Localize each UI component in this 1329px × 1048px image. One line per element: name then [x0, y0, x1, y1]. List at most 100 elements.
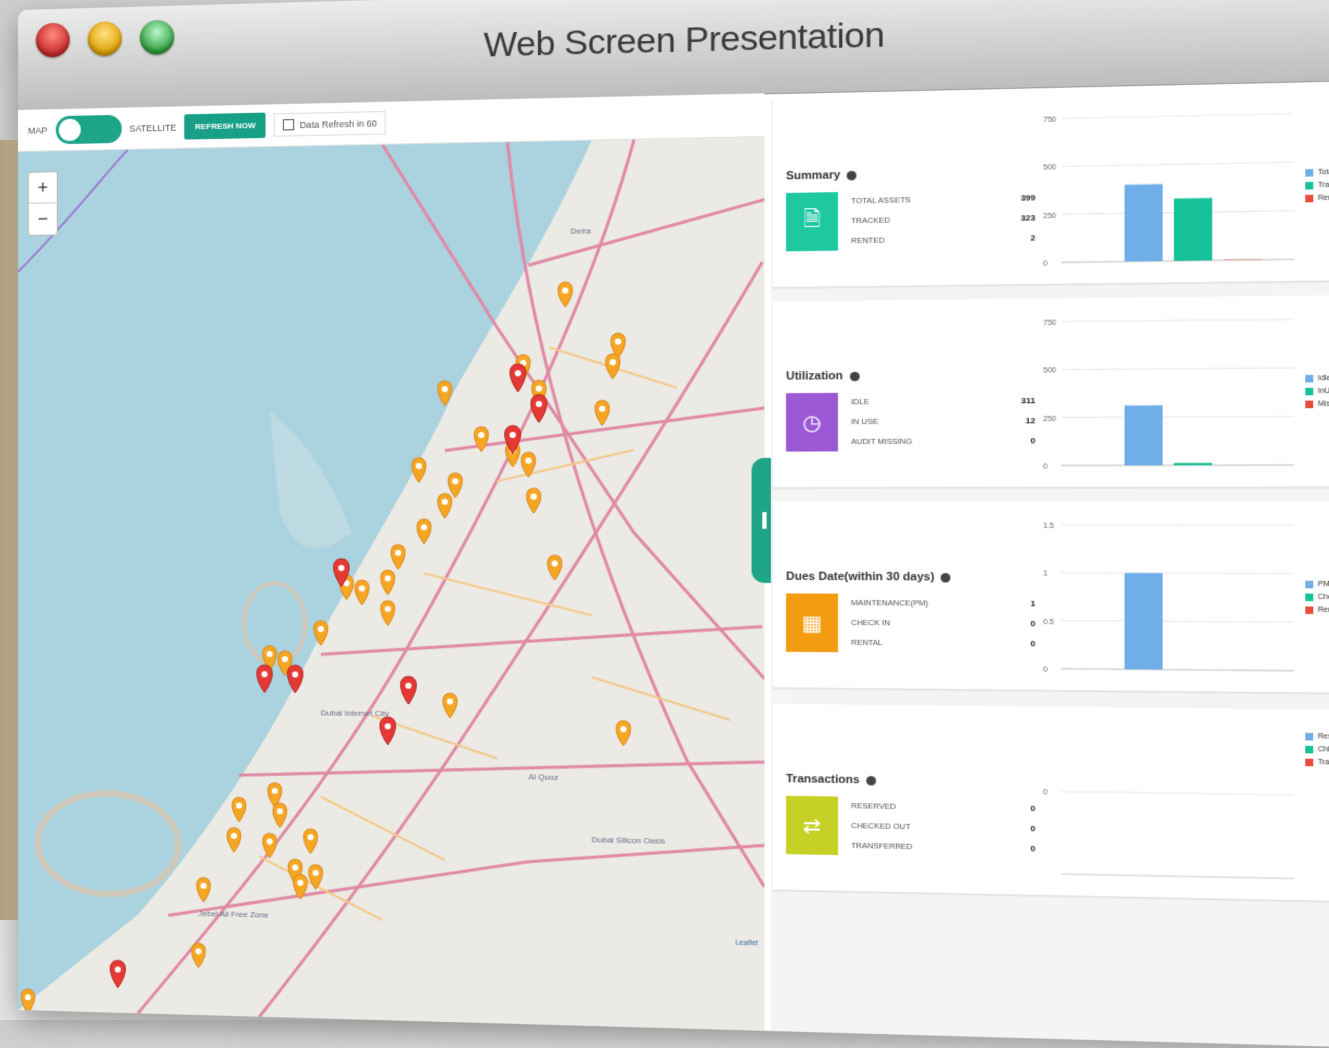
card-title-text: Transactions — [786, 773, 860, 787]
asset-marker-icon[interactable] — [304, 829, 318, 854]
asset-marker-icon[interactable] — [595, 401, 609, 426]
asset-marker-icon[interactable] — [438, 494, 452, 519]
card-title: Summary — [786, 169, 857, 183]
alert-marker-icon[interactable] — [110, 960, 125, 988]
asset-marker-icon[interactable] — [417, 519, 431, 544]
legend-item[interactable]: Missing 0 — [1305, 400, 1329, 408]
legend-item[interactable]: Transf 0 — [1305, 759, 1329, 768]
zoom-out-button[interactable]: − — [29, 203, 57, 233]
asset-marker-icon[interactable] — [381, 601, 395, 626]
bar[interactable] — [1125, 405, 1163, 465]
stat-row: AUDIT MISSING0 — [851, 436, 1035, 446]
legend-item[interactable]: Rented 2 — [1305, 194, 1329, 203]
legend-item[interactable]: Rental 0 — [1305, 606, 1329, 614]
map-canvas[interactable]: Jebel Ali Free ZoneDubai Internet CityAl… — [18, 137, 764, 1031]
drawer-grip-icon — [762, 512, 766, 529]
stat-label: CHECK IN — [851, 618, 890, 628]
info-icon[interactable] — [847, 170, 857, 180]
alert-marker-icon[interactable] — [401, 676, 417, 704]
map-satellite-toggle[interactable] — [55, 114, 121, 144]
info-icon[interactable] — [866, 776, 876, 786]
info-icon[interactable] — [941, 573, 951, 583]
place-label: Deira — [571, 226, 592, 236]
legend-item[interactable]: CheckIn 0 — [1305, 594, 1329, 602]
asset-marker-icon[interactable] — [443, 693, 457, 718]
map-attribution[interactable]: Leaflet — [735, 940, 758, 948]
auto-refresh-checkbox[interactable] — [283, 119, 294, 130]
y-tick-label: 0 — [1043, 260, 1047, 267]
calendar-icon: ▦ — [786, 593, 838, 652]
map-label: MAP — [28, 125, 47, 135]
stat-row: IN USE12 — [851, 416, 1035, 426]
legend-item[interactable]: Tracked 323 — [1305, 181, 1329, 190]
marker-dot — [385, 575, 391, 581]
stat-row: TRACKED323 — [851, 213, 1035, 225]
bar-chart: 0 — [1041, 717, 1300, 891]
info-icon[interactable] — [849, 371, 859, 380]
card-title: Transactions — [786, 773, 876, 787]
asset-marker-icon[interactable] — [448, 473, 462, 498]
card-title: Utilization — [786, 370, 859, 383]
legend-item[interactable]: Total 399 — [1305, 168, 1329, 177]
asset-marker-icon[interactable] — [227, 828, 241, 853]
marker-dot — [385, 606, 391, 612]
chart-legend: Total 399 Tracked 323 Rented 2 — [1305, 168, 1329, 208]
place-label: Al Quoz — [528, 772, 558, 782]
asset-marker-icon[interactable] — [548, 555, 562, 580]
marker-dot — [536, 401, 542, 407]
asset-marker-icon[interactable] — [197, 878, 211, 903]
chart-legend: Idle 311 InUse 12 Missing 0 — [1305, 374, 1329, 413]
asset-marker-icon[interactable] — [263, 833, 277, 858]
legend-item[interactable]: Resvd 0 — [1305, 733, 1329, 741]
legend-item[interactable]: PM 1 — [1305, 581, 1329, 589]
map-road — [259, 857, 382, 921]
legend-item[interactable]: Idle 311 — [1305, 374, 1329, 382]
asset-marker-icon[interactable] — [558, 282, 572, 307]
card-1: Utilization◷IDLE311IN USE12AUDIT MISSING… — [773, 295, 1329, 489]
marker-dot — [292, 671, 298, 677]
stat-value: 399 — [1021, 193, 1036, 203]
marker-dot — [405, 683, 411, 689]
legend-swatch — [1305, 375, 1313, 383]
asset-marker-icon[interactable] — [527, 488, 541, 513]
stat-label: IDLE — [851, 397, 869, 407]
transfer-icon: ⇄ — [786, 796, 838, 855]
bar[interactable] — [1174, 198, 1212, 261]
stat-label: RENTAL — [851, 638, 883, 648]
refresh-now-button[interactable]: REFRESH NOW — [185, 113, 266, 140]
stat-value: 0 — [1031, 824, 1036, 834]
stat-value: 1 — [1031, 599, 1036, 609]
asset-marker-icon[interactable] — [381, 570, 395, 595]
stat-label: CHECKED OUT — [851, 821, 911, 831]
stat-value: 12 — [1026, 416, 1036, 426]
bar-chart: 1.510.50 — [1041, 512, 1300, 683]
asset-marker-icon[interactable] — [606, 354, 620, 379]
asset-marker-icon[interactable] — [391, 545, 405, 570]
legend-item[interactable]: InUse 12 — [1305, 387, 1329, 395]
bar[interactable] — [1174, 463, 1212, 465]
y-tick-label: 750 — [1043, 320, 1056, 328]
asset-marker-icon[interactable] — [273, 803, 287, 828]
zoom-in-button[interactable]: + — [29, 172, 57, 204]
marker-dot — [261, 671, 267, 677]
marker-dot — [359, 585, 365, 591]
asset-marker-icon[interactable] — [21, 989, 34, 1013]
asset-marker-icon[interactable] — [232, 797, 246, 822]
y-tick-label: 750 — [1043, 116, 1056, 124]
alert-marker-icon[interactable] — [380, 717, 396, 745]
bar[interactable] — [1125, 573, 1163, 670]
asset-marker-icon[interactable] — [412, 458, 426, 483]
asset-marker-icon[interactable] — [309, 865, 323, 890]
stat-value: 0 — [1031, 619, 1036, 629]
asset-marker-icon[interactable] — [355, 580, 369, 605]
bar[interactable] — [1125, 184, 1163, 261]
legend-item[interactable]: ChkdOut 0 — [1305, 746, 1329, 755]
asset-marker-icon[interactable] — [616, 721, 630, 746]
asset-marker-icon[interactable] — [192, 943, 206, 968]
auto-refresh-option[interactable]: Data Refresh in 60 — [274, 111, 386, 137]
alert-marker-icon[interactable] — [510, 364, 526, 392]
map-view[interactable]: Jebel Ali Free ZoneDubai Internet CityAl… — [18, 137, 764, 1031]
alert-marker-icon[interactable] — [531, 395, 547, 423]
legend-swatch — [1305, 581, 1313, 589]
bar-chart: 7505002500 — [1041, 306, 1300, 478]
